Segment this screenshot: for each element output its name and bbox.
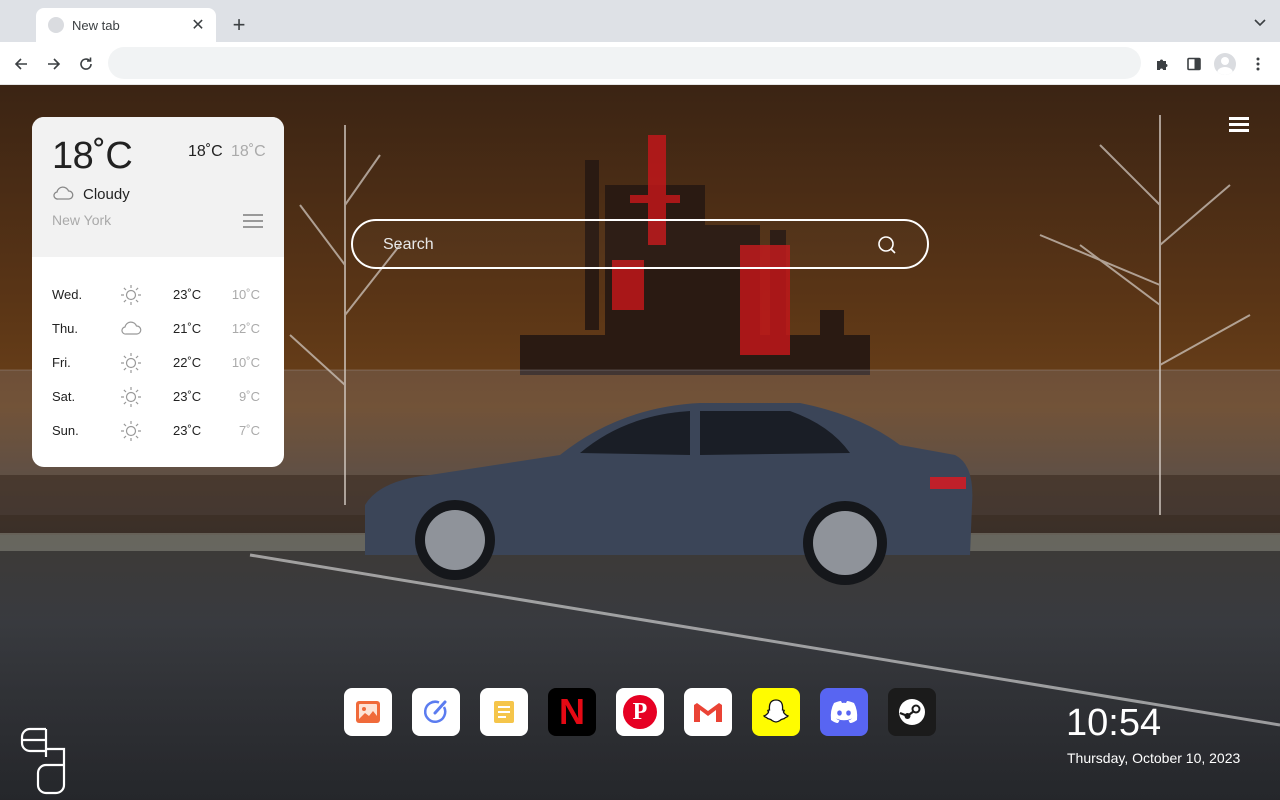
kebab-menu-icon [1256,57,1260,71]
app-dock: N P [344,688,936,736]
forecast-low: 9˚C [239,389,260,404]
cloud-icon [53,186,74,200]
forecast-low: 12˚C [231,321,260,336]
edit-app-icon[interactable] [412,688,460,736]
photos-app-icon[interactable] [344,688,392,736]
forecast-high: 21˚C [173,321,202,336]
notes-app-icon[interactable] [480,688,528,736]
side-panel-icon [1187,57,1201,71]
browser-toolbar [0,42,1280,85]
forecast-low: 7˚C [239,423,260,438]
weather-summary: 18˚C 18˚C 18˚C Cloudy New York [32,117,284,257]
forecast-row: Fri. 22˚C 10˚C [32,345,284,379]
forecast-day: Fri. [52,355,71,370]
sun-icon [121,285,141,305]
weather-widget[interactable]: 18˚C 18˚C 18˚C Cloudy New York Wed. 23˚C… [32,117,284,467]
avatar [1214,53,1236,75]
forward-button[interactable] [41,51,67,77]
chevron-down-icon[interactable] [1252,14,1268,30]
reload-icon [80,57,92,70]
new-tab-button[interactable]: + [226,12,252,38]
forecast-high: 23˚C [173,423,202,438]
tab-strip: New tab ✕ + [0,0,1280,42]
brand-logo [20,727,66,795]
gmail-app-icon[interactable] [684,688,732,736]
extensions-button[interactable] [1149,51,1175,77]
weather-menu-icon[interactable] [243,214,263,230]
pinterest-letter: P [632,698,648,725]
clock-time: 10:54 [1066,702,1162,744]
gmail-icon [694,703,722,722]
today-high: 18˚C [188,143,223,160]
arrow-left-icon [14,58,27,70]
forecast-day: Wed. [52,287,83,302]
browser-menu-button[interactable] [1245,51,1271,77]
forecast-row: Sun. 23˚C 7˚C [32,413,284,447]
search-icon[interactable] [877,235,897,255]
puzzle-icon [1157,59,1168,70]
forecast-day: Thu. [52,321,79,336]
forecast-high: 23˚C [173,389,202,404]
steam-icon [899,699,925,725]
address-bar[interactable] [108,47,1141,79]
netflix-logo: N [559,691,585,732]
arrow-right-icon [48,58,61,70]
forecast-list: Wed. 23˚C 10˚C Thu. 21˚C 12˚C Fri. 22˚C … [32,277,284,447]
cloud-icon [121,321,142,335]
reload-button[interactable] [73,51,99,77]
new-tab-page: 18˚C 18˚C 18˚C Cloudy New York Wed. 23˚C… [0,85,1280,800]
discord-icon [830,701,858,723]
tab-new-tab[interactable]: New tab ✕ [36,8,216,42]
forecast-high: 22˚C [173,355,202,370]
notes-icon [494,701,514,723]
snapchat-app-icon[interactable] [752,688,800,736]
sun-icon [121,387,141,407]
forecast-row: Sat. 23˚C 9˚C [32,379,284,413]
forecast-row: Thu. 21˚C 12˚C [32,311,284,345]
current-temperature: 18˚C [52,135,133,177]
search-box[interactable] [351,219,929,269]
tab-close-button[interactable]: ✕ [186,13,210,37]
tab-title: New tab [72,17,120,33]
forecast-high: 23˚C [173,287,202,302]
forecast-low: 10˚C [231,355,260,370]
side-panel-button[interactable] [1181,51,1207,77]
weather-city: New York [52,212,112,228]
sun-icon [121,353,141,373]
sun-icon [121,421,141,441]
back-button[interactable] [8,51,34,77]
tab-favicon-icon [48,17,64,33]
edit-icon [423,700,447,723]
today-low: 18˚C [231,143,266,160]
search-input[interactable] [383,233,863,257]
forecast-row: Wed. 23˚C 10˚C [32,277,284,311]
forecast-low: 10˚C [231,287,260,302]
pinterest-app-icon[interactable]: P [616,688,664,736]
forecast-day: Sat. [52,389,76,404]
page-menu-icon[interactable] [1229,117,1249,133]
image-icon [356,701,380,723]
discord-app-icon[interactable] [820,688,868,736]
netflix-app-icon[interactable]: N [548,688,596,736]
clock-date: Thursday, October 10, 2023 [1067,750,1241,766]
ghost-icon [762,699,790,723]
steam-app-icon[interactable] [888,688,936,736]
weather-condition: Cloudy [83,186,130,203]
profile-button[interactable] [1212,51,1238,77]
pinterest-logo: P [623,695,657,729]
forecast-day: Sun. [52,423,79,438]
